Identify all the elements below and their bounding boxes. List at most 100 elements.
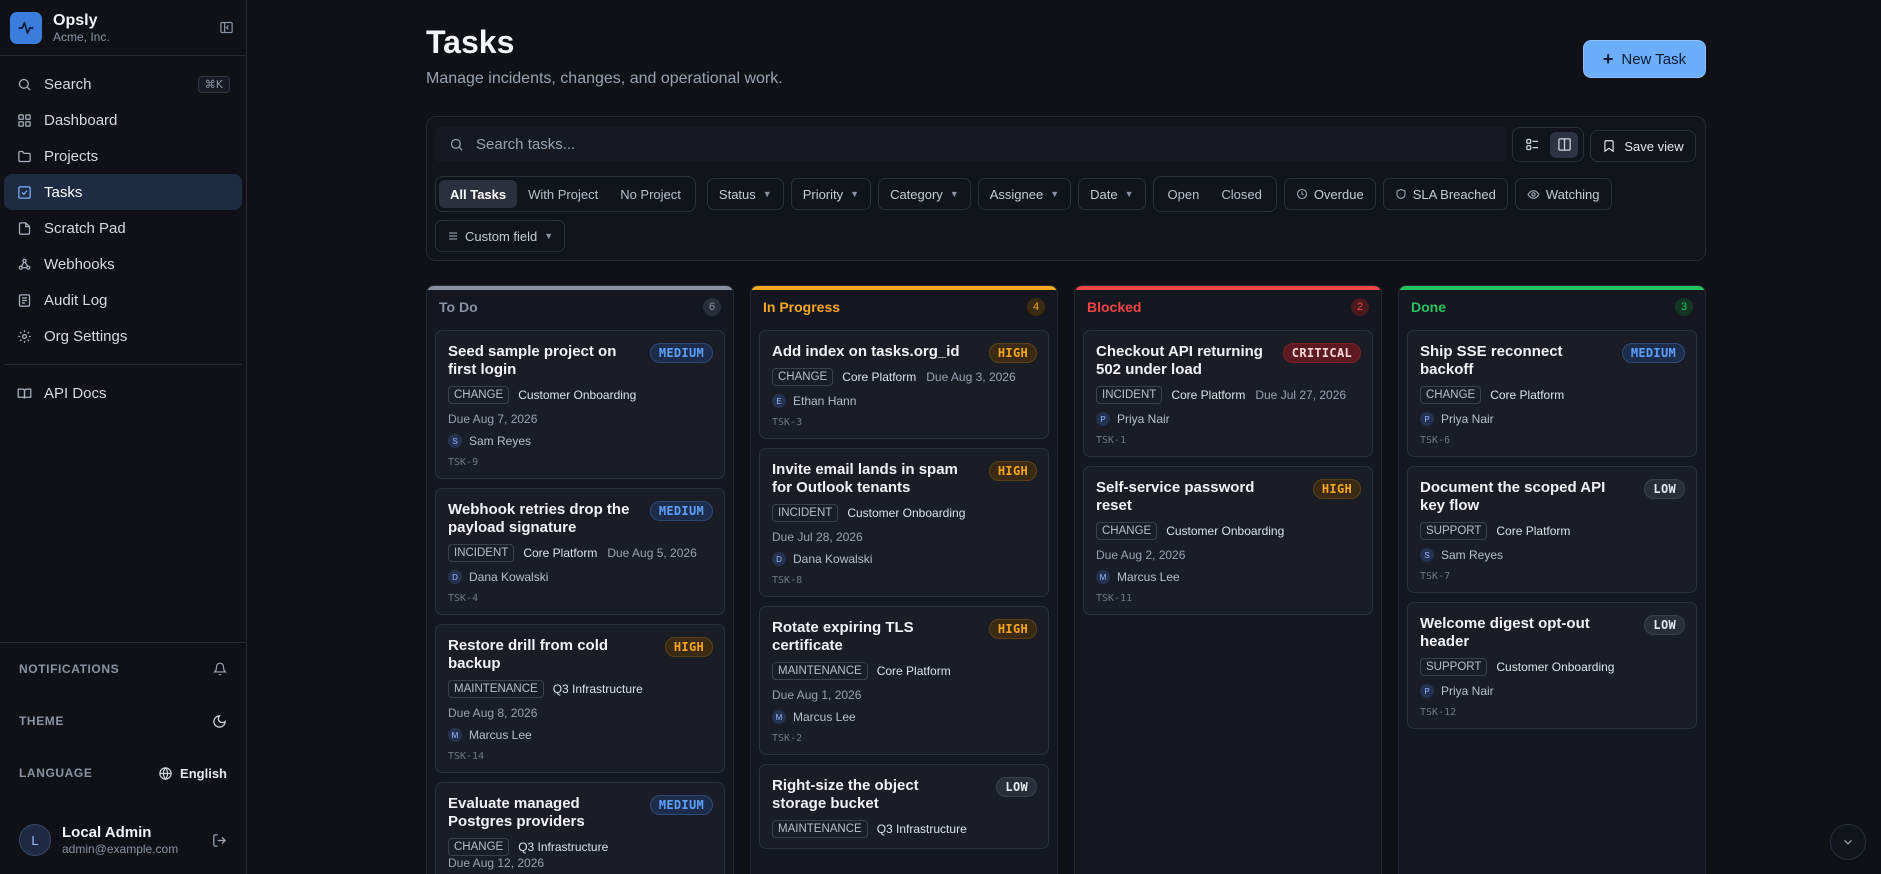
column-title: Blocked [1087,299,1142,315]
watching-filter[interactable]: Watching [1514,178,1612,210]
scroll-down-button[interactable] [1830,824,1866,860]
task-search[interactable] [435,127,1507,162]
sidebar-item-label: Scratch Pad [44,219,126,237]
project-name: Customer Onboarding [1496,660,1615,674]
scope-option-all-tasks[interactable]: All Tasks [439,180,518,208]
task-meta: CHANGE Q3 Infrastructure Due Aug 12, 2026 [448,838,712,870]
state-option-closed[interactable]: Closed [1210,180,1272,208]
notifications-row[interactable]: NOTIFICATIONS [0,643,246,695]
language-select[interactable]: English [158,766,227,781]
sidebar-preferences: NOTIFICATIONS THEME LANGUAGE English [0,642,246,799]
assignee: P Priya Nair [1096,412,1360,426]
category-badge: CHANGE [448,838,510,856]
task-card[interactable]: Webhook retries drop the payload signatu… [435,488,725,615]
task-card[interactable]: Ship SSE reconnect backoff MEDIUM CHANGE Co… [1407,330,1697,457]
bell-icon[interactable] [213,662,227,676]
new-task-button[interactable]: + New Task [1583,40,1706,78]
date-filter[interactable]: Date ▼ [1078,178,1146,210]
board-view-icon[interactable] [1550,131,1578,158]
sidebar-item-dashboard[interactable]: Dashboard [4,102,242,138]
project-name: Q3 Infrastructure [518,840,609,854]
assignee-name: Priya Nair [1441,684,1494,698]
chevron-down-icon: ▼ [949,189,959,199]
task-card[interactable]: Seed sample project on first login MEDIUM… [435,330,725,479]
assignee: M Marcus Lee [448,728,712,742]
board-column-to-do: To Do 6 Seed sample project on first login… [426,285,734,874]
priority-badge: CRITICAL [1282,343,1361,363]
check-square-icon [16,184,32,200]
priority-filter-label: Priority [802,186,844,202]
task-card[interactable]: Rotate expiring TLS certificate HIGH MAINT… [759,606,1049,755]
category-badge: SUPPORT [1420,658,1488,676]
task-key: TSK-4 [448,593,479,604]
scope-option-no-project[interactable]: No Project [609,180,692,208]
priority-badge: HIGH [1312,479,1361,499]
list-view-icon[interactable] [1518,132,1546,158]
task-card[interactable]: Evaluate managed Postgres providers MEDIU… [435,782,725,874]
task-meta: CHANGE Customer Onboarding [448,386,712,404]
search-shortcut: ⌘K [197,75,230,93]
sidebar-item-projects[interactable]: Projects [4,138,242,174]
brand-header: Opsly Acme, Inc. [0,0,246,56]
task-card[interactable]: Checkout API returning 502 under load CRI… [1083,330,1373,457]
avatar: P [1420,684,1434,698]
main-content: Tasks Manage incidents, changes, and ope… [248,0,1881,874]
assignee-name: Sam Reyes [469,434,532,448]
column-header: Done 3 [1399,290,1705,324]
due-date: Due Jul 28, 2026 [772,530,863,544]
language-row[interactable]: LANGUAGE English [0,747,246,799]
task-card[interactable]: Self-service password reset HIGH CHANGE Cus… [1083,466,1373,615]
nav-divider [4,364,242,365]
user-profile[interactable]: L Local Admin admin@example.com [0,818,246,862]
theme-label: THEME [19,714,64,728]
logout-icon[interactable] [212,833,227,848]
task-card[interactable]: Invite email lands in spam for Outlook t… [759,448,1049,597]
moon-icon[interactable] [212,714,227,729]
assignee: E Ethan Hann [772,394,1036,408]
status-filter-label: Status [718,186,756,202]
column-count: 4 [1027,298,1045,316]
task-card[interactable]: Document the scoped API key flow LOW SUPPO… [1407,466,1697,593]
save-view-button[interactable]: Save view [1590,130,1696,162]
sidebar-item-audit-log[interactable]: Audit Log [4,282,242,318]
category-badge: INCIDENT [448,544,515,562]
sidebar-item-scratch-pad[interactable]: Scratch Pad [4,210,242,246]
assignee-filter-label: Assignee [989,186,1044,202]
user-email: admin@example.com [62,842,179,856]
sidebar-item-search[interactable]: Search ⌘K [4,66,242,102]
sidebar-collapse-icon[interactable] [216,18,236,38]
task-meta: INCIDENT Core Platform Due Aug 5, 2026 [448,544,712,562]
task-key: TSK-12 [1420,707,1457,718]
sidebar-item-tasks[interactable]: Tasks [4,174,242,210]
sidebar-item-api-docs[interactable]: API Docs [4,375,242,411]
card-list: Ship SSE reconnect backoff MEDIUM CHANGE Co… [1399,324,1705,744]
task-card[interactable]: Welcome digest opt-out header LOW SUPPORT C… [1407,602,1697,729]
sidebar-item-label: Audit Log [44,291,108,309]
task-card[interactable]: Add index on tasks.org_id HIGH CHANGE Core … [759,330,1049,439]
sidebar: Opsly Acme, Inc. Search ⌘K Dashboard Proj… [0,0,247,874]
search-input[interactable] [476,136,1376,153]
priority-filter[interactable]: Priority ▼ [790,178,872,210]
task-meta: SUPPORT Core Platform [1420,522,1684,540]
task-card[interactable]: Restore drill from cold backup HIGH MAINTE… [435,624,725,773]
sla-filter[interactable]: SLA Breached [1382,178,1508,210]
assignee-name: Marcus Lee [793,710,856,724]
project-name: Customer Onboarding [1166,524,1285,538]
theme-row[interactable]: THEME [0,695,246,747]
board-column-done: Done 3 Ship SSE reconnect backoff MEDIUM CHA… [1398,285,1706,874]
assignee-filter[interactable]: Assignee ▼ [977,178,1072,210]
state-option-open[interactable]: Open [1157,180,1211,208]
sidebar-item-webhooks[interactable]: Webhooks [4,246,242,282]
sidebar-nav: Search ⌘K Dashboard Projects Tasks Scratch … [0,56,246,421]
overdue-filter[interactable]: Overdue [1283,178,1376,210]
category-filter[interactable]: Category ▼ [878,178,971,210]
sidebar-item-org-settings[interactable]: Org Settings [4,318,242,354]
avatar: P [1096,412,1110,426]
assignee-name: Sam Reyes [1441,548,1504,562]
priority-badge: HIGH [988,461,1037,481]
status-filter[interactable]: Status ▼ [706,178,784,210]
task-key: TSK-9 [448,457,479,468]
scope-option-with-project[interactable]: With Project [517,180,609,208]
task-card[interactable]: Right-size the object storage bucket LOW M… [759,764,1049,849]
custom-field-filter[interactable]: Custom field ▼ [435,220,566,252]
